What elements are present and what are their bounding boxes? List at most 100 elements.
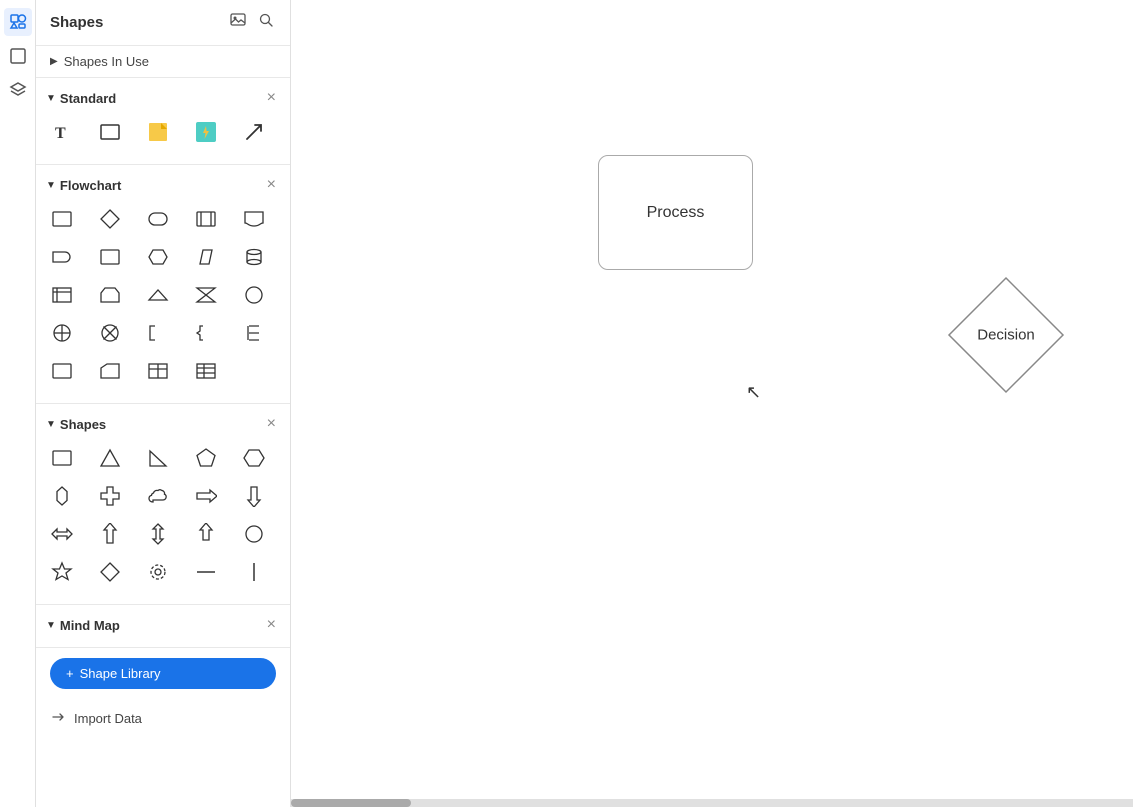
shape-star[interactable] — [44, 554, 80, 590]
shapes-section-toggle[interactable]: ▼ Shapes — [46, 417, 106, 432]
shapes-shape-grid — [36, 438, 290, 596]
shape-rect[interactable] — [44, 440, 80, 476]
svg-text:T: T — [55, 125, 66, 142]
fc-decision[interactable] — [92, 201, 128, 237]
shapes-tool-icon — [9, 13, 27, 31]
shape-hexagon2[interactable] — [44, 478, 80, 514]
fc-collate[interactable] — [188, 277, 224, 313]
fc-loop-limit[interactable] — [92, 277, 128, 313]
mindmap-section-toggle[interactable]: ▼ Mind Map — [46, 618, 120, 633]
canvas-scrollbar-thumb[interactable] — [291, 799, 411, 807]
mindmap-section-label: Mind Map — [60, 618, 120, 633]
flowchart-section-header: ▼ Flowchart × — [36, 173, 290, 199]
import-data-item[interactable]: Import Data — [36, 699, 290, 738]
shape-line-v[interactable] — [236, 554, 272, 590]
flowchart-section: ▼ Flowchart × — [36, 165, 290, 404]
layers-tool-button[interactable] — [4, 76, 32, 104]
standard-shape-text[interactable]: T — [44, 114, 80, 150]
shape-diamond[interactable] — [92, 554, 128, 590]
shapes-panel-title: Shapes — [50, 14, 103, 31]
shapes-section-close[interactable]: × — [267, 416, 276, 432]
shape-dbl-arrow-h[interactable] — [44, 516, 80, 552]
shapes-tool-button[interactable] — [4, 8, 32, 36]
decision-diamond: Decision — [941, 270, 1071, 400]
fc-start-end[interactable] — [44, 353, 80, 389]
mindmap-section-close[interactable]: × — [267, 617, 276, 633]
fc-table1[interactable] — [140, 353, 176, 389]
fc-annotation3[interactable] — [236, 315, 272, 351]
shapes-section-header: ▼ Shapes × — [36, 412, 290, 438]
fc-cylinder[interactable] — [236, 239, 272, 275]
shapes-header-icons — [228, 10, 276, 35]
fc-annotation[interactable] — [140, 315, 176, 351]
fc-alternate[interactable] — [92, 239, 128, 275]
standard-shape-arrow[interactable] — [236, 114, 272, 150]
shapes-section-label: Shapes — [60, 417, 106, 432]
shape-pentagon[interactable] — [188, 440, 224, 476]
shapes-in-use-section[interactable]: ▶ Shapes In Use — [36, 46, 290, 78]
shape-line-h[interactable] — [188, 554, 224, 590]
fc-terminal[interactable] — [140, 201, 176, 237]
shape-gear[interactable] — [140, 554, 176, 590]
page-tool-icon — [9, 47, 27, 65]
decision-shape[interactable]: Decision — [921, 270, 1091, 400]
left-toolbar — [0, 0, 36, 807]
decision-shape-label: Decision — [977, 327, 1035, 344]
import-data-label: Import Data — [74, 711, 142, 726]
fc-parallelogram[interactable] — [188, 239, 224, 275]
shape-dbl-arrow-v[interactable] — [140, 516, 176, 552]
fc-delay[interactable] — [44, 239, 80, 275]
fc-hexagon[interactable] — [140, 239, 176, 275]
shapes-panel-header: Shapes — [36, 0, 290, 46]
standard-shape-note[interactable] — [140, 114, 176, 150]
fc-document[interactable] — [236, 201, 272, 237]
mindmap-arrow-icon: ▼ — [46, 620, 56, 631]
shape-cloud[interactable] — [140, 478, 176, 514]
shape-triangle[interactable] — [92, 440, 128, 476]
fc-predefined[interactable] — [188, 201, 224, 237]
standard-shape-callout[interactable] — [188, 114, 224, 150]
fc-int-storage[interactable] — [44, 277, 80, 313]
canvas-area[interactable]: Process Decision ↖ — [291, 0, 1133, 807]
shape-arrow-right[interactable] — [188, 478, 224, 514]
flowchart-shape-grid — [36, 199, 290, 395]
shapes-in-use-label: Shapes In Use — [64, 54, 149, 69]
fc-manual-input[interactable] — [92, 353, 128, 389]
standard-section-header: ▼ Standard × — [36, 86, 290, 112]
shape-arrow-vert[interactable] — [188, 516, 224, 552]
process-shape[interactable]: Process — [598, 155, 753, 270]
fc-or[interactable] — [92, 315, 128, 351]
shape-library-label: Shape Library — [80, 666, 161, 681]
shapes-panel: Shapes ▶ Shapes In Use ▼ Standard × T — [36, 0, 291, 807]
shape-circle[interactable] — [236, 516, 272, 552]
shape-arrow-down[interactable] — [236, 478, 272, 514]
fc-annotation2[interactable] — [188, 315, 224, 351]
standard-shape-rect[interactable] — [92, 114, 128, 150]
shape-arrow-up[interactable] — [92, 516, 128, 552]
shape-library-button[interactable]: + Shape Library — [50, 658, 276, 689]
fc-table2[interactable] — [188, 353, 224, 389]
standard-section-label: Standard — [60, 91, 116, 106]
canvas-scrollbar[interactable] — [291, 799, 1133, 807]
process-shape-label: Process — [647, 204, 705, 222]
standard-shape-grid: T — [36, 112, 290, 156]
shape-right-triangle[interactable] — [140, 440, 176, 476]
standard-section-toggle[interactable]: ▼ Standard — [46, 91, 116, 106]
page-tool-button[interactable] — [4, 42, 32, 70]
flowchart-section-toggle[interactable]: ▼ Flowchart — [46, 178, 121, 193]
flowchart-section-label: Flowchart — [60, 178, 121, 193]
shape-hexagon[interactable] — [236, 440, 272, 476]
shapes-arrow-icon: ▼ — [46, 419, 56, 430]
search-icon[interactable] — [256, 10, 276, 35]
fc-process[interactable] — [44, 201, 80, 237]
standard-section-close[interactable]: × — [267, 90, 276, 106]
shape-cross[interactable] — [92, 478, 128, 514]
standard-arrow-icon: ▼ — [46, 93, 56, 104]
fc-extract[interactable] — [140, 277, 176, 313]
fc-sort[interactable] — [236, 277, 272, 313]
image-icon[interactable] — [228, 10, 248, 35]
flowchart-section-close[interactable]: × — [267, 177, 276, 193]
standard-section: ▼ Standard × T — [36, 78, 290, 165]
fc-summing-junction[interactable] — [44, 315, 80, 351]
shapes-in-use-arrow: ▶ — [50, 56, 58, 67]
